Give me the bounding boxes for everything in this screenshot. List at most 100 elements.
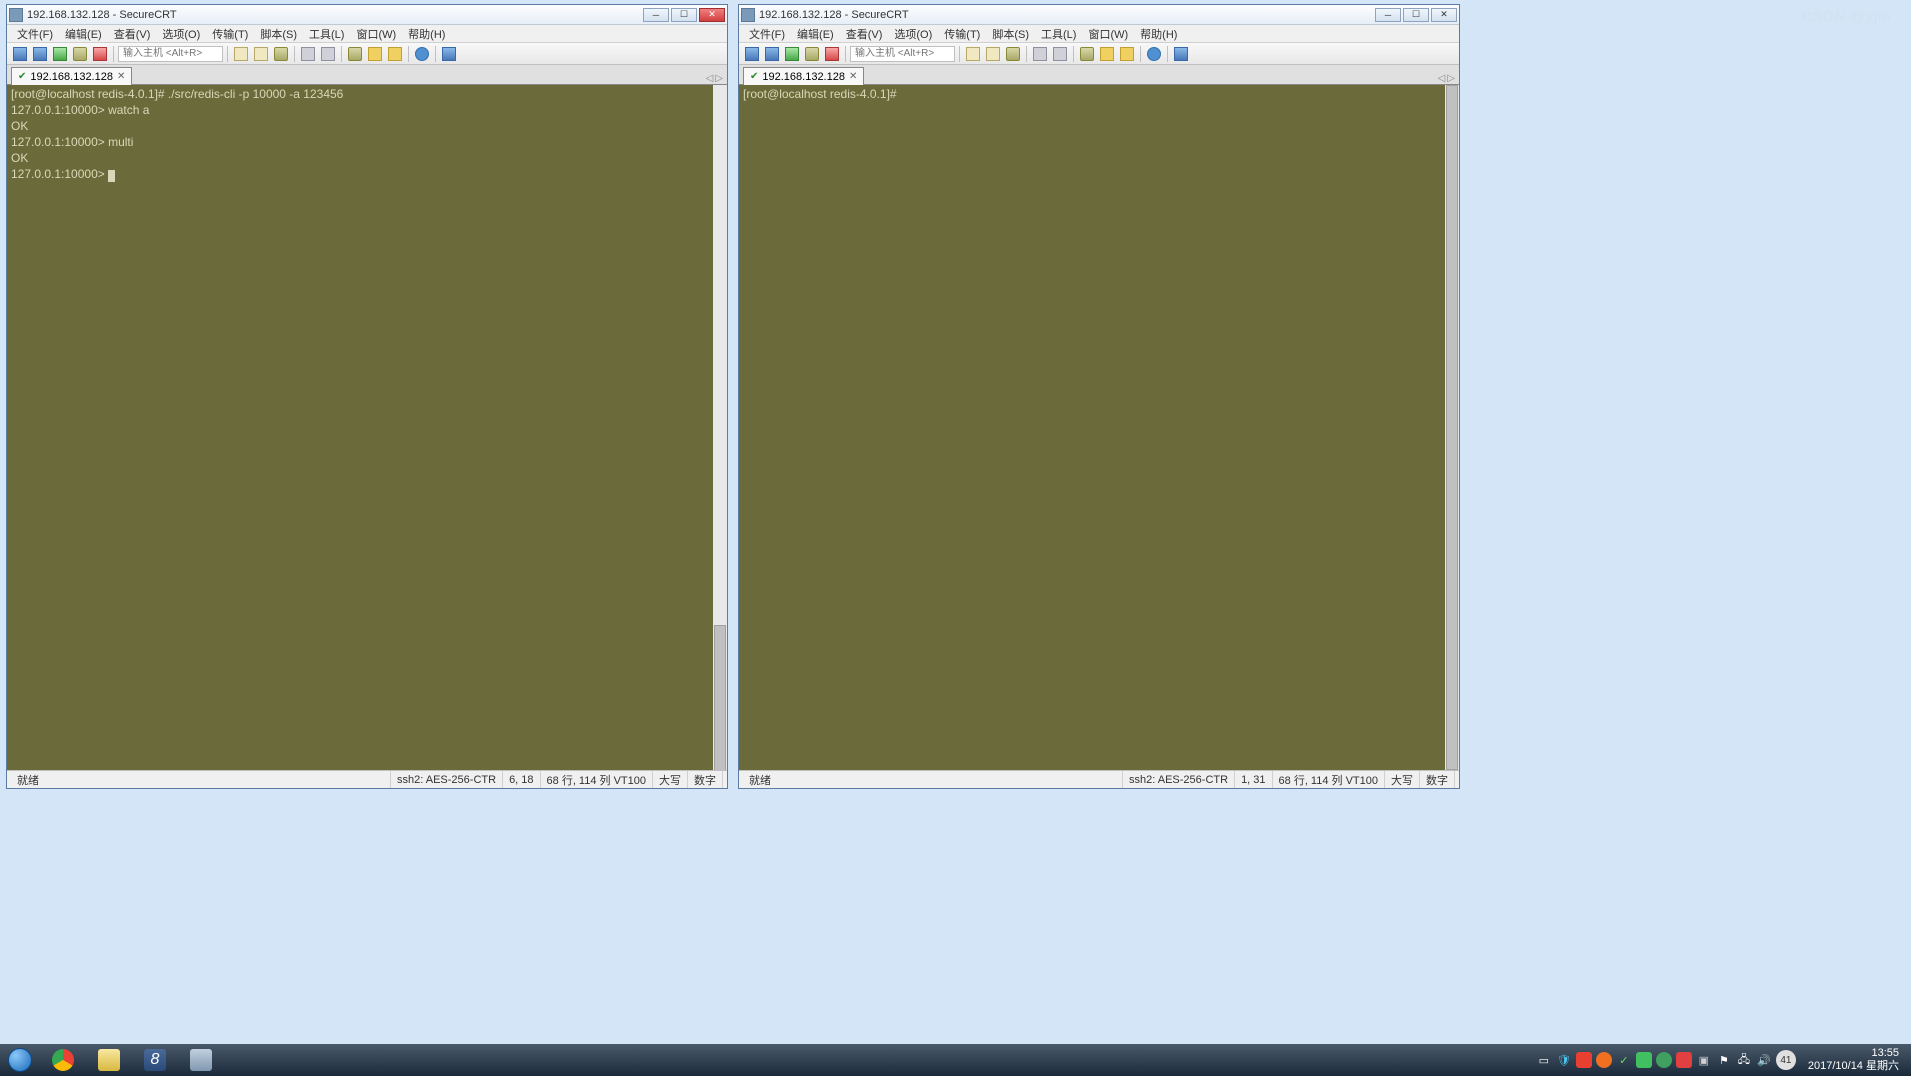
maximize-button[interactable]: ☐	[671, 8, 697, 22]
titlebar[interactable]: 192.168.132.128 - SecureCRT ─ ☐ ✕	[7, 5, 727, 25]
toolbar-print-icon[interactable]	[299, 45, 317, 63]
connected-icon: ✔	[750, 71, 758, 82]
window-title: 192.168.132.128 - SecureCRT	[27, 9, 643, 21]
start-button[interactable]	[0, 1044, 40, 1076]
tray-icon[interactable]	[1576, 1052, 1592, 1068]
toolbar-extra-icon[interactable]	[440, 45, 458, 63]
tray-shield-icon[interactable]: 🛡	[1556, 1052, 1572, 1068]
toolbar-help-icon[interactable]	[1145, 45, 1163, 63]
menu-view[interactable]: 查看(V)	[840, 26, 889, 42]
watermark: CSDN @yjin	[1802, 8, 1891, 24]
tray-volume-icon[interactable]: 🔊	[1756, 1052, 1772, 1068]
taskbar-app-generic[interactable]: 8	[133, 1046, 177, 1074]
toolbar-log-icon[interactable]	[346, 45, 364, 63]
toolbar-session-icon[interactable]	[743, 45, 761, 63]
minimize-button[interactable]: ─	[1375, 8, 1401, 22]
taskbar-app-explorer[interactable]	[87, 1046, 131, 1074]
taskbar-app-chrome[interactable]	[41, 1046, 85, 1074]
menu-help[interactable]: 帮助(H)	[1134, 26, 1183, 42]
menu-options[interactable]: 选项(O)	[888, 26, 938, 42]
toolbar-log-icon[interactable]	[1078, 45, 1096, 63]
toolbar-paste-icon[interactable]	[252, 45, 270, 63]
toolbar-copy-icon[interactable]	[964, 45, 982, 63]
toolbar-quick-connect-icon[interactable]	[31, 45, 49, 63]
menu-script[interactable]: 脚本(S)	[254, 26, 303, 42]
toolbar-printscreen-icon[interactable]	[1051, 45, 1069, 63]
toolbar-options-icon[interactable]	[366, 45, 384, 63]
toolbar-key-icon[interactable]	[386, 45, 404, 63]
tray-icon[interactable]: ▣	[1696, 1052, 1712, 1068]
terminal-line: [root@localhost redis-4.0.1]# ./src/redi…	[11, 87, 343, 101]
tab-scroll-left-icon[interactable]: ◁	[1438, 73, 1446, 84]
tray-icon[interactable]	[1636, 1052, 1652, 1068]
menu-file[interactable]: 文件(F)	[743, 26, 791, 42]
menu-window[interactable]: 窗口(W)	[350, 26, 402, 42]
menu-script[interactable]: 脚本(S)	[986, 26, 1035, 42]
host-input[interactable]	[118, 46, 223, 62]
terminal-line: OK	[11, 151, 28, 165]
tray-icon[interactable]: ✓	[1616, 1052, 1632, 1068]
toolbar-print-icon[interactable]	[1031, 45, 1049, 63]
tray-icon[interactable]	[1656, 1052, 1672, 1068]
tray-icon[interactable]	[1676, 1052, 1692, 1068]
minimize-button[interactable]: ─	[643, 8, 669, 22]
toolbar-session-icon[interactable]	[11, 45, 29, 63]
tab-scroll-right-icon[interactable]: ▷	[1447, 73, 1455, 84]
taskbar-app-securecrt[interactable]	[179, 1046, 223, 1074]
toolbar-options-icon[interactable]	[1098, 45, 1116, 63]
menu-window[interactable]: 窗口(W)	[1082, 26, 1134, 42]
menu-transfer[interactable]: 传输(T)	[206, 26, 254, 42]
tab-close-icon[interactable]: ✕	[849, 71, 857, 82]
toolbar-find-icon[interactable]	[272, 45, 290, 63]
terminal-line: 127.0.0.1:10000> multi	[11, 135, 133, 149]
session-tab[interactable]: ✔ 192.168.132.128 ✕	[743, 67, 864, 85]
menu-file[interactable]: 文件(F)	[11, 26, 59, 42]
toolbar-find-icon[interactable]	[1004, 45, 1022, 63]
toolbar-paste-icon[interactable]	[984, 45, 1002, 63]
menu-edit[interactable]: 编辑(E)	[791, 26, 840, 42]
menu-tools[interactable]: 工具(L)	[1035, 26, 1082, 42]
tray-network-icon[interactable]: 🖧	[1736, 1052, 1752, 1068]
menu-tools[interactable]: 工具(L)	[303, 26, 350, 42]
titlebar[interactable]: 192.168.132.128 - SecureCRT ─ ☐ ✕	[739, 5, 1459, 25]
scrollbar[interactable]	[713, 85, 727, 770]
toolbar-disconnect-icon[interactable]	[823, 45, 841, 63]
menu-view[interactable]: 查看(V)	[108, 26, 157, 42]
toolbar-help-icon[interactable]	[413, 45, 431, 63]
toolbar-extra-icon[interactable]	[1172, 45, 1190, 63]
status-cursor-pos: 1, 31	[1235, 771, 1272, 788]
tray-icon[interactable]	[1596, 1052, 1612, 1068]
close-button[interactable]: ✕	[699, 8, 725, 22]
maximize-button[interactable]: ☐	[1403, 8, 1429, 22]
securecrt-window-left: 192.168.132.128 - SecureCRT ─ ☐ ✕ 文件(F) …	[6, 4, 728, 789]
tray-icon[interactable]: ▭	[1536, 1052, 1552, 1068]
menu-edit[interactable]: 编辑(E)	[59, 26, 108, 42]
toolbar-disconnect-icon[interactable]	[91, 45, 109, 63]
toolbar-copy-icon[interactable]	[232, 45, 250, 63]
scrollbar-thumb[interactable]	[1446, 85, 1458, 770]
menu-transfer[interactable]: 传输(T)	[938, 26, 986, 42]
tab-scroll-left-icon[interactable]: ◁	[706, 73, 714, 84]
toolbar-printscreen-icon[interactable]	[319, 45, 337, 63]
session-tab[interactable]: ✔ 192.168.132.128 ✕	[11, 67, 132, 85]
toolbar-reconnect-icon[interactable]	[71, 45, 89, 63]
tray-clock[interactable]: 13:55 2017/10/14 星期六	[1800, 1047, 1907, 1073]
tray-ime-indicator[interactable]: 41	[1776, 1050, 1796, 1070]
host-input[interactable]	[850, 46, 955, 62]
menu-help[interactable]: 帮助(H)	[402, 26, 451, 42]
toolbar-reconnect-icon[interactable]	[803, 45, 821, 63]
toolbar-quick-connect-icon[interactable]	[763, 45, 781, 63]
toolbar-connect-icon[interactable]	[783, 45, 801, 63]
close-button[interactable]: ✕	[1431, 8, 1457, 22]
toolbar-separator	[1026, 46, 1027, 62]
toolbar-key-icon[interactable]	[1118, 45, 1136, 63]
tray-flag-icon[interactable]: ⚑	[1716, 1052, 1732, 1068]
tab-scroll-right-icon[interactable]: ▷	[715, 73, 723, 84]
tab-close-icon[interactable]: ✕	[117, 71, 125, 82]
scrollbar[interactable]	[1445, 85, 1459, 770]
toolbar-connect-icon[interactable]	[51, 45, 69, 63]
terminal-area[interactable]: [root@localhost redis-4.0.1]#	[739, 85, 1459, 770]
menu-options[interactable]: 选项(O)	[156, 26, 206, 42]
terminal-area[interactable]: [root@localhost redis-4.0.1]# ./src/redi…	[7, 85, 727, 770]
scrollbar-thumb[interactable]	[714, 625, 726, 770]
